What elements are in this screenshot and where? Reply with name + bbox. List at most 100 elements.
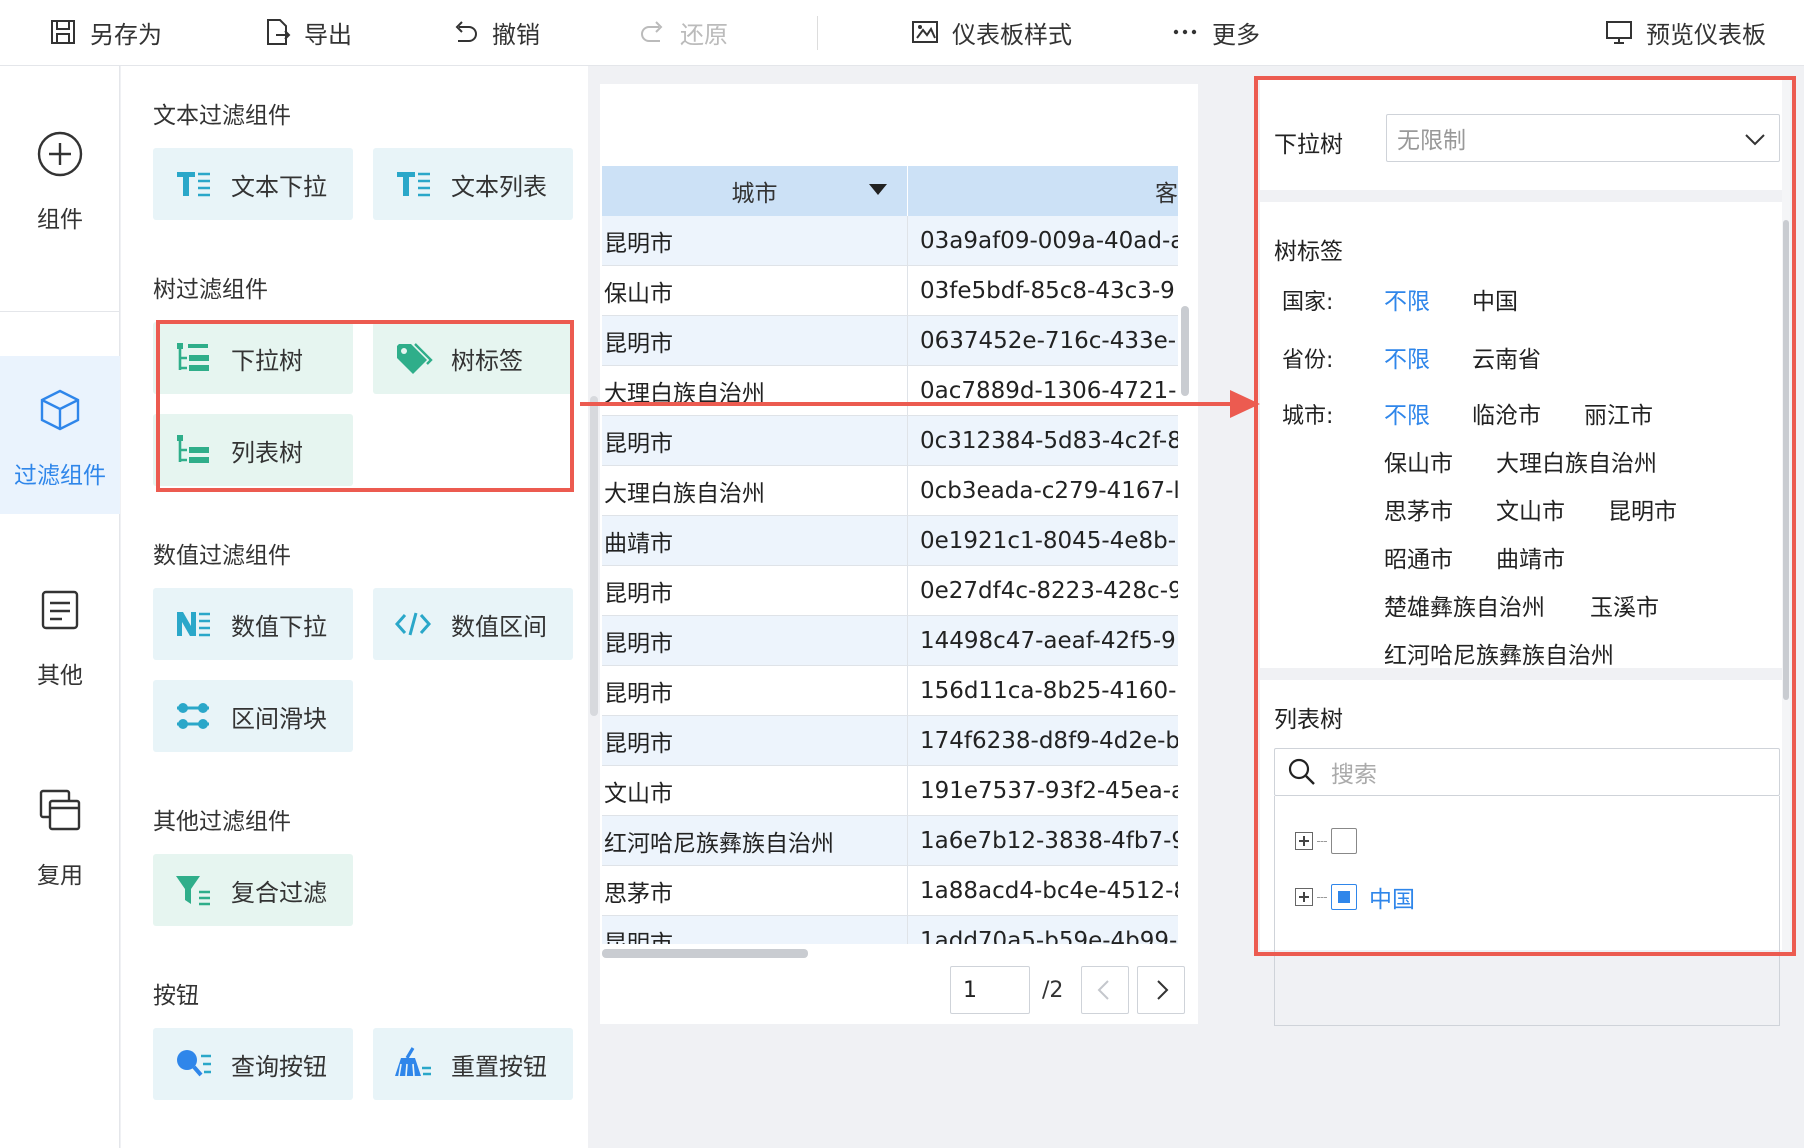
page-number-input[interactable] bbox=[950, 966, 1030, 1014]
city-tag[interactable]: 昭通市 bbox=[1384, 540, 1453, 574]
undo-label: 撤销 bbox=[492, 20, 540, 49]
table-vertical-scrollbar-thumb[interactable] bbox=[1181, 306, 1189, 396]
city-tag[interactable]: 思茅市 bbox=[1384, 492, 1453, 526]
city-tag[interactable]: 临沧市 bbox=[1472, 396, 1541, 430]
table-row[interactable]: 大理白族自治州 0cb3eada-c279-4167-l bbox=[602, 466, 1178, 516]
redo-button[interactable]: 还原 bbox=[638, 12, 728, 52]
table-row[interactable]: 昆明市 156d11ca-8b25-4160- bbox=[602, 666, 1178, 716]
city-tag[interactable]: 玉溪市 bbox=[1590, 588, 1659, 622]
text-dropdown-component[interactable]: 文本下拉 bbox=[153, 148, 353, 220]
list-tree-icon bbox=[177, 435, 209, 463]
city-tag[interactable]: 红河哈尼族彝族自治州 bbox=[1384, 636, 1614, 670]
rail-item-filter-components[interactable]: 过滤组件 bbox=[0, 356, 120, 514]
list-tree-component[interactable]: 列表树 bbox=[153, 414, 353, 486]
expand-icon[interactable] bbox=[1295, 832, 1313, 850]
next-page-button[interactable] bbox=[1137, 966, 1186, 1014]
country-tag-unlimited[interactable]: 不限 bbox=[1384, 282, 1430, 316]
reset-button-component[interactable]: 重置按钮 bbox=[373, 1028, 573, 1100]
city-tag[interactable]: 曲靖市 bbox=[1496, 540, 1565, 574]
city-cell: 文山市 bbox=[602, 766, 908, 815]
table-horizontal-scrollbar-thumb[interactable] bbox=[602, 949, 808, 958]
range-slider-component[interactable]: 区间滑块 bbox=[153, 680, 353, 752]
tree-node-checkbox-partial[interactable] bbox=[1331, 884, 1357, 910]
more-button[interactable]: 更多 bbox=[1170, 12, 1260, 52]
compound-filter-component[interactable]: 复合过滤 bbox=[153, 854, 353, 926]
number-range-label: 数值区间 bbox=[451, 612, 547, 641]
table-row[interactable]: 文山市 191e7537-93f2-45ea-a bbox=[602, 766, 1178, 816]
palette-icon bbox=[912, 21, 938, 43]
rail-item-components[interactable]: 组件 bbox=[0, 130, 120, 234]
table-row[interactable]: 思茅市 1a88acd4-bc4e-4512-8 bbox=[602, 866, 1178, 916]
id-cell: 1a88acd4-bc4e-4512-8 bbox=[920, 877, 1178, 904]
column-header-id[interactable]: 客 bbox=[908, 166, 1178, 216]
tree-node-root[interactable] bbox=[1295, 828, 1369, 854]
table-row[interactable]: 昆明市 0e27df4c-8223-428c-9 bbox=[602, 566, 1178, 616]
table-row[interactable]: 红河哈尼族彝族自治州 1a6e7b12-3838-4fb7-9 bbox=[602, 816, 1178, 866]
preview-scrollbar[interactable] bbox=[1782, 80, 1790, 950]
rail-item-other[interactable]: 其他 bbox=[0, 586, 120, 690]
undo-icon bbox=[455, 21, 477, 42]
table-row[interactable]: 昆明市 03a9af09-009a-40ad-a bbox=[602, 216, 1178, 266]
number-range-component[interactable]: 数值区间 bbox=[373, 588, 573, 660]
table-row[interactable]: 昆明市 14498c47-aeaf-42f5-9 bbox=[602, 616, 1178, 666]
preview-dashboard-button[interactable]: 预览仪表板 bbox=[1604, 12, 1766, 52]
tree-node-china[interactable]: 中国 bbox=[1295, 880, 1415, 914]
undo-button[interactable]: 撤销 bbox=[450, 12, 540, 52]
table-horizontal-scrollbar[interactable] bbox=[602, 948, 1178, 958]
more-label: 更多 bbox=[1212, 20, 1260, 49]
rail-label-other: 其他 bbox=[37, 663, 83, 689]
city-tag[interactable]: 大理白族自治州 bbox=[1496, 444, 1657, 478]
tree-node-checkbox[interactable] bbox=[1331, 828, 1357, 854]
column-header-id-label: 客 bbox=[1155, 181, 1178, 207]
rail-label-components: 组件 bbox=[37, 207, 83, 233]
rail-item-reuse[interactable]: 复用 bbox=[0, 786, 120, 890]
table-row[interactable]: 昆明市 174f6238-d8f9-4d2e-b bbox=[602, 716, 1178, 766]
table-row[interactable]: 昆明市 0637452e-716c-433e-l bbox=[602, 316, 1178, 366]
city-cell: 昆明市 bbox=[602, 216, 908, 265]
export-button[interactable]: 导出 bbox=[262, 12, 352, 52]
number-dropdown-component[interactable]: 数值下拉 bbox=[153, 588, 353, 660]
expand-icon[interactable] bbox=[1295, 888, 1313, 906]
city-tag[interactable]: 昆明市 bbox=[1608, 492, 1677, 526]
city-label: 城市: bbox=[1282, 404, 1334, 429]
search-placeholder: 搜索 bbox=[1331, 762, 1377, 788]
slider-icon bbox=[177, 703, 209, 729]
save-as-label: 另存为 bbox=[90, 20, 162, 49]
column-header-city[interactable]: 城市 bbox=[602, 166, 908, 216]
city-cell: 昆明市 bbox=[602, 566, 908, 615]
sort-dropdown-icon[interactable] bbox=[869, 184, 887, 195]
table-row[interactable]: 保山市 03fe5bdf-85c8-43c3-9 bbox=[602, 266, 1178, 316]
city-tag[interactable]: 文山市 bbox=[1496, 492, 1565, 526]
toolbar-separator bbox=[817, 16, 818, 50]
city-tag[interactable]: 保山市 bbox=[1384, 444, 1453, 478]
table-vertical-scrollbar[interactable] bbox=[1180, 216, 1190, 944]
dropdown-tree-select[interactable]: 无限制 bbox=[1386, 114, 1780, 162]
id-cell: 0e27df4c-8223-428c-9 bbox=[920, 577, 1178, 604]
panel-scrollbar[interactable] bbox=[588, 66, 600, 1148]
query-button-component[interactable]: 查询按钮 bbox=[153, 1028, 353, 1100]
redo-icon bbox=[641, 21, 663, 42]
dropdown-tree-component[interactable]: 下拉树 bbox=[153, 322, 353, 394]
province-tag-unlimited[interactable]: 不限 bbox=[1384, 340, 1430, 374]
city-tag[interactable]: 丽江市 bbox=[1584, 396, 1653, 430]
country-tag-china[interactable]: 中国 bbox=[1472, 282, 1518, 316]
dashboard-style-button[interactable]: 仪表板样式 bbox=[910, 12, 1072, 52]
table-row[interactable]: 昆明市 1add70a5-b59e-4b99- bbox=[602, 916, 1178, 944]
prev-page-button[interactable] bbox=[1081, 966, 1130, 1014]
city-tag[interactable]: 楚雄彝族自治州 bbox=[1384, 588, 1545, 622]
code-range-icon bbox=[394, 612, 432, 636]
id-cell: 0e1921c1-8045-4e8b- bbox=[920, 527, 1177, 554]
list-tree-search[interactable]: 搜索 bbox=[1274, 748, 1780, 796]
city-tag[interactable]: 不限 bbox=[1384, 396, 1430, 430]
save-as-button[interactable]: 另存为 bbox=[48, 12, 162, 52]
funnel-icon bbox=[176, 876, 210, 906]
panel-scrollbar-thumb[interactable] bbox=[590, 396, 598, 716]
preview-scrollbar-thumb[interactable] bbox=[1783, 220, 1789, 700]
table-row[interactable]: 曲靖市 0e1921c1-8045-4e8b- bbox=[602, 516, 1178, 566]
export-label: 导出 bbox=[304, 20, 352, 49]
tree-tag-component[interactable]: 树标签 bbox=[373, 322, 573, 394]
city-cell: 昆明市 bbox=[602, 716, 908, 765]
chevron-down-icon bbox=[1745, 134, 1765, 146]
text-list-component[interactable]: 文本列表 bbox=[373, 148, 573, 220]
province-tag-yunnan[interactable]: 云南省 bbox=[1472, 340, 1541, 374]
